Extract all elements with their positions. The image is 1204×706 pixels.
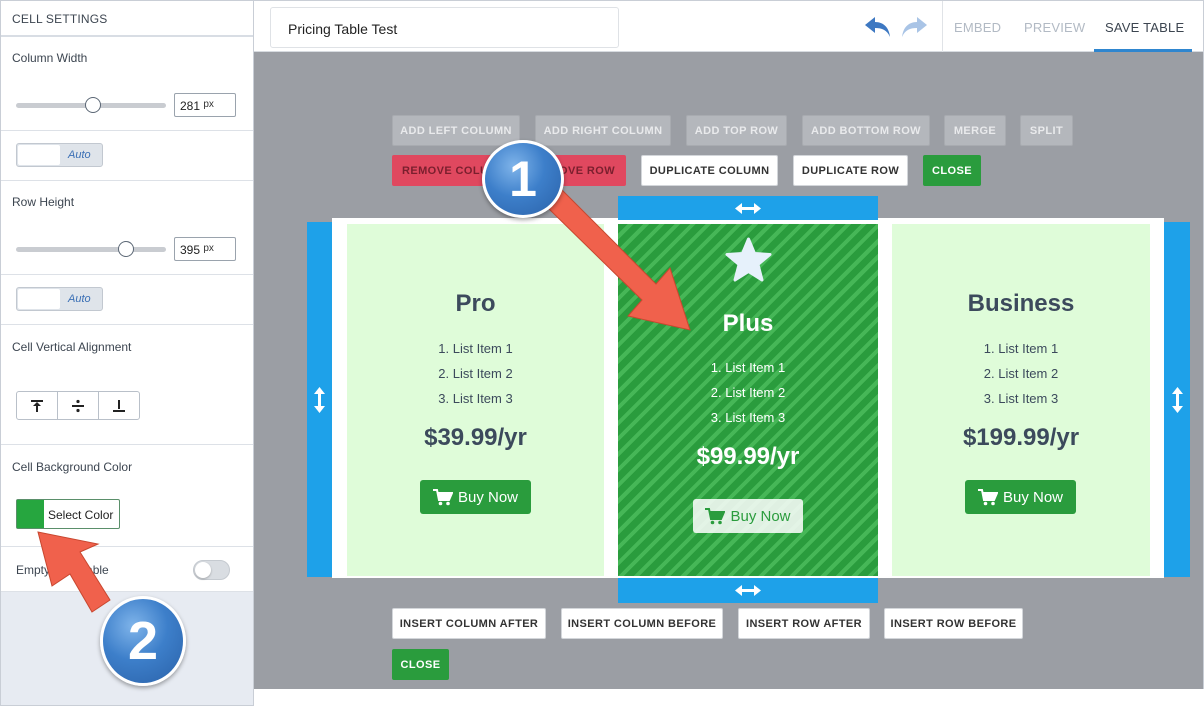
annotation-arrow-1	[37, 189, 691, 613]
annotation-badge-2: 2	[100, 596, 186, 686]
annotation-badge-1: 1	[482, 140, 564, 218]
